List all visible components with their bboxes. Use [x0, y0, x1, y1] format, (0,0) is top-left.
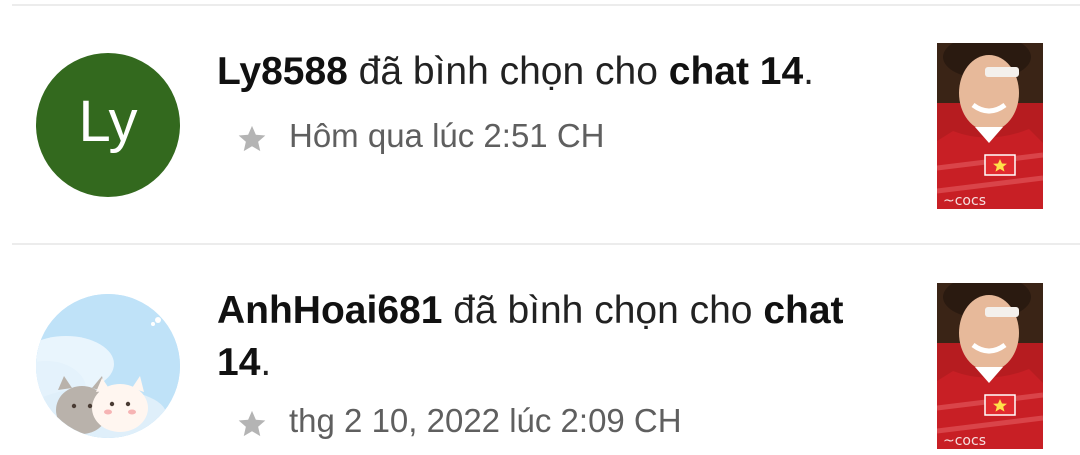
star-icon	[238, 125, 266, 152]
target-link[interactable]: chat 14	[669, 50, 803, 93]
svg-text:~cocs: ~cocs	[943, 193, 986, 209]
avatar-initials: Ly	[78, 88, 138, 154]
post-thumbnail[interactable]: ~cocs	[937, 43, 1043, 209]
period: .	[803, 50, 814, 93]
svg-text:~cocs: ~cocs	[943, 433, 986, 449]
notification-meta: Hôm qua lúc 2:51 CH	[236, 117, 604, 155]
avatar[interactable]	[36, 294, 180, 438]
notification-meta: thg 2 10, 2022 lúc 2:09 CH	[236, 402, 682, 440]
timestamp: thg 2 10, 2022 lúc 2:09 CH	[289, 402, 682, 439]
star-icon	[238, 410, 266, 437]
avatar[interactable]: Ly	[36, 53, 180, 197]
notification-item[interactable]: Ly Ly8588 đã bình chọn cho chat 14. Hôm …	[0, 0, 1080, 243]
notification-feed: Ly Ly8588 đã bình chọn cho chat 14. Hôm …	[0, 0, 1080, 455]
username[interactable]: Ly8588	[217, 50, 348, 93]
notification-item[interactable]: AnhHoai681 đã bình chọn cho chat 14. thg…	[0, 245, 1080, 455]
username[interactable]: AnhHoai681	[217, 289, 442, 332]
notification-message: Ly8588 đã bình chọn cho chat 14.	[217, 46, 897, 98]
post-thumbnail[interactable]: ~cocs	[937, 283, 1043, 449]
timestamp: Hôm qua lúc 2:51 CH	[289, 117, 605, 154]
action-text: đã bình chọn cho	[442, 289, 764, 332]
action-text: đã bình chọn cho	[347, 50, 669, 93]
notification-message: AnhHoai681 đã bình chọn cho chat 14.	[217, 285, 897, 389]
period: .	[260, 341, 272, 384]
